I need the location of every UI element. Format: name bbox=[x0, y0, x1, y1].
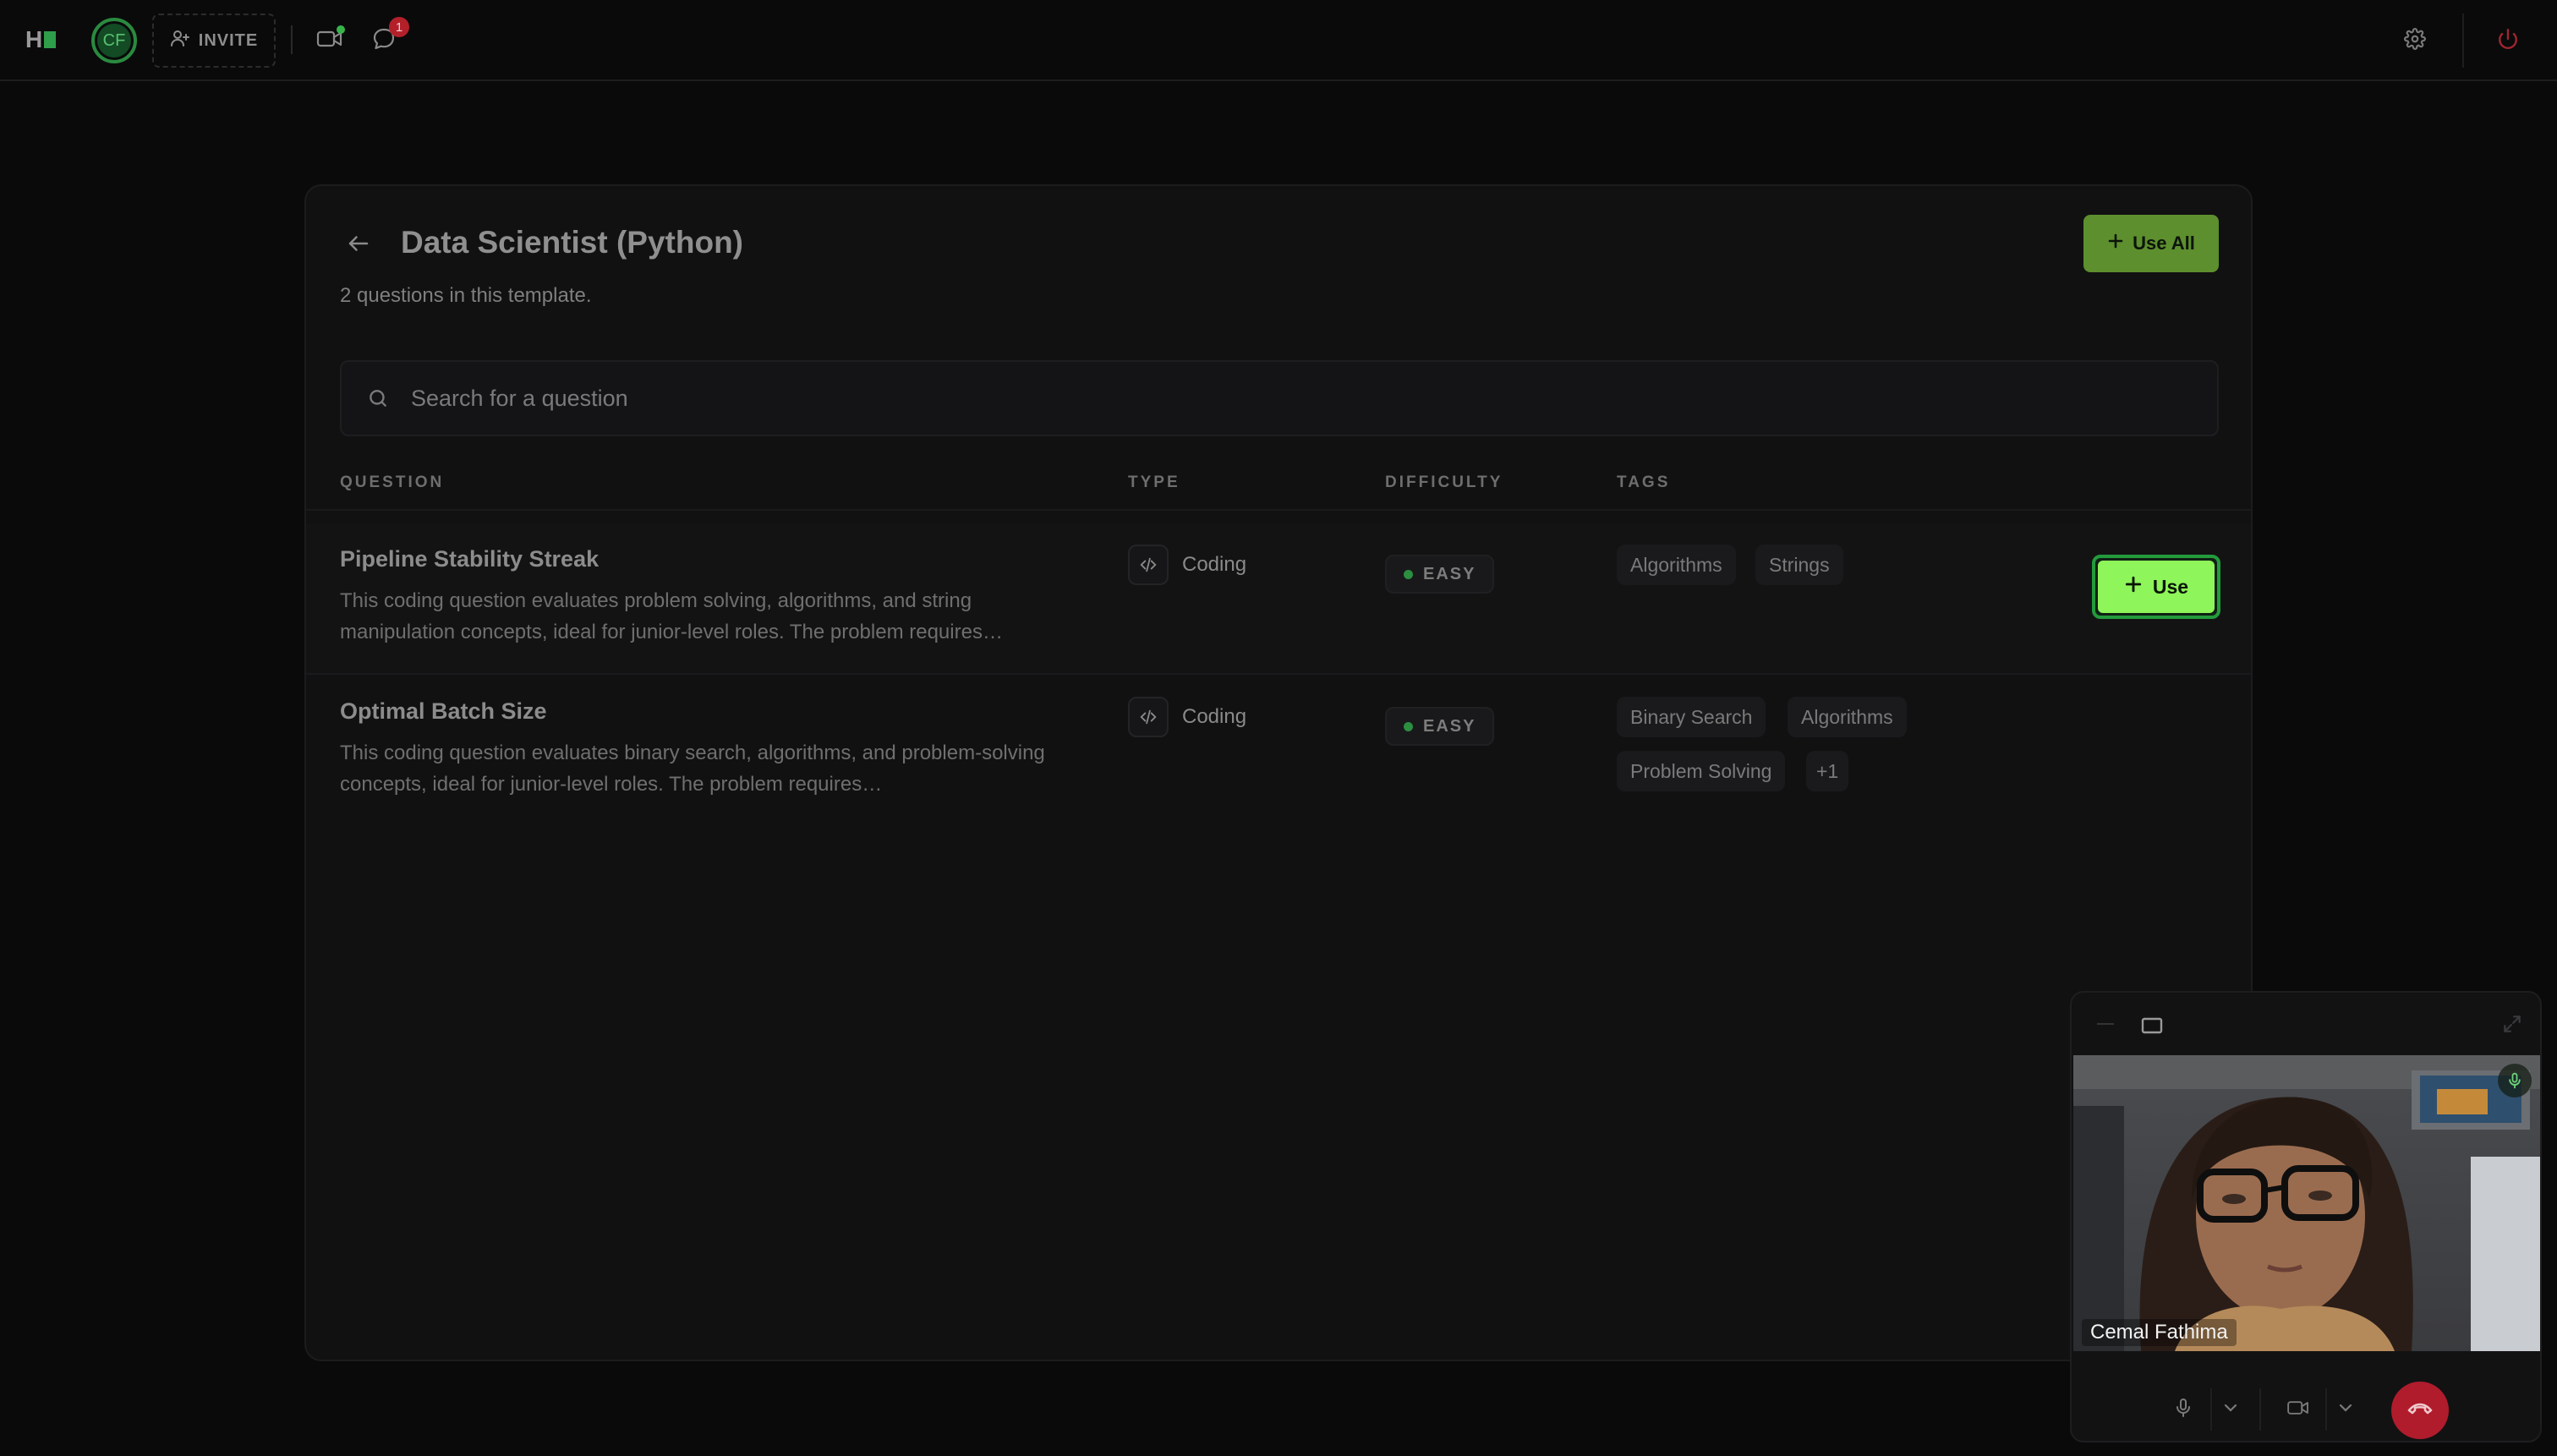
user-avatar[interactable]: CF bbox=[91, 18, 137, 63]
tag-chip: Strings bbox=[1755, 545, 1843, 585]
search-icon bbox=[365, 386, 391, 411]
page-title: Data Scientist (Python) bbox=[401, 225, 743, 260]
tag-chip: Algorithms bbox=[1788, 697, 1907, 737]
use-all-button[interactable]: Use All bbox=[2083, 215, 2219, 272]
use-question-button-face: Use bbox=[2098, 561, 2215, 613]
settings-button[interactable] bbox=[2398, 24, 2432, 57]
tag-chip: Problem Solving bbox=[1617, 751, 1786, 791]
table-row[interactable]: Pipeline Stability Streak This coding qu… bbox=[306, 524, 2251, 675]
top-bar: H CF INVITE 1 bbox=[0, 0, 2557, 81]
use-all-label: Use All bbox=[2133, 233, 2195, 254]
question-title[interactable]: Pipeline Stability Streak bbox=[340, 546, 599, 572]
question-title[interactable]: Optimal Batch Size bbox=[340, 698, 547, 725]
microphone-active-icon bbox=[2498, 1064, 2532, 1097]
microphone-icon bbox=[2173, 1397, 2193, 1423]
video-call-widget: Cemal Fathima bbox=[2070, 991, 2542, 1442]
video-widget-header[interactable] bbox=[2072, 993, 2540, 1055]
code-icon bbox=[1128, 545, 1169, 585]
template-panel: Data Scientist (Python) 2 questions in t… bbox=[304, 184, 2253, 1361]
question-type-label: Coding bbox=[1182, 553, 1247, 576]
video-call-button[interactable] bbox=[313, 24, 347, 57]
expand-icon[interactable] bbox=[2501, 1013, 2523, 1039]
logo-text: H bbox=[25, 26, 43, 52]
mute-button[interactable] bbox=[2160, 1382, 2207, 1437]
table-row[interactable]: Optimal Batch Size This coding question … bbox=[306, 676, 2251, 829]
chat-button[interactable]: 1 bbox=[367, 17, 409, 57]
topbar-divider bbox=[291, 25, 293, 54]
control-divider bbox=[2259, 1388, 2261, 1431]
back-button[interactable] bbox=[342, 228, 375, 262]
call-controls bbox=[2072, 1351, 2540, 1441]
difficulty-badge: EASY bbox=[1385, 707, 1495, 746]
leave-button[interactable] bbox=[2491, 24, 2525, 57]
power-icon bbox=[2497, 28, 2519, 54]
more-tags-chip[interactable]: +1 bbox=[1806, 751, 1849, 791]
chevron-down-icon bbox=[2338, 1402, 2353, 1417]
search-input[interactable] bbox=[411, 385, 2217, 412]
hang-up-button[interactable] bbox=[2391, 1382, 2449, 1439]
minimize-icon[interactable] bbox=[2097, 1023, 2114, 1025]
difficulty-label: EASY bbox=[1423, 564, 1476, 583]
arrow-left-icon bbox=[346, 231, 371, 260]
difficulty-badge: EASY bbox=[1385, 555, 1495, 594]
use-question-button[interactable]: Use bbox=[2092, 555, 2220, 619]
control-divider bbox=[2210, 1388, 2212, 1431]
column-header-type[interactable]: TYPE bbox=[1128, 473, 1180, 492]
tag-chip: Binary Search bbox=[1617, 697, 1766, 737]
difficulty-dot bbox=[1404, 569, 1413, 579]
camera-toggle-button[interactable] bbox=[2275, 1382, 2322, 1437]
topbar-divider-right bbox=[2462, 14, 2464, 68]
notification-badge: 1 bbox=[389, 17, 409, 37]
invite-button[interactable]: INVITE bbox=[152, 14, 276, 68]
add-user-icon bbox=[170, 28, 190, 53]
question-type: Coding bbox=[1128, 545, 1246, 585]
camera-options-button[interactable] bbox=[2329, 1382, 2363, 1437]
question-type: Coding bbox=[1128, 697, 1246, 737]
question-type-label: Coding bbox=[1182, 705, 1247, 728]
template-question-count: 2 questions in this template. bbox=[340, 284, 592, 307]
question-description: This coding question evaluates binary se… bbox=[340, 742, 1045, 796]
participant-name: Cemal Fathima bbox=[2082, 1319, 2237, 1346]
gear-icon bbox=[2404, 27, 2426, 54]
difficulty-dot bbox=[1404, 721, 1413, 731]
plus-icon bbox=[2107, 233, 2124, 255]
column-header-question[interactable]: QUESTION bbox=[340, 473, 444, 492]
logo-mark bbox=[44, 31, 57, 48]
app-logo[interactable]: H bbox=[25, 25, 57, 54]
column-header-difficulty[interactable]: DIFFICULTY bbox=[1385, 473, 1503, 492]
chevron-down-icon bbox=[2223, 1402, 2238, 1417]
control-divider bbox=[2325, 1388, 2327, 1431]
question-search bbox=[340, 360, 2219, 436]
microphone-options-button[interactable] bbox=[2214, 1382, 2248, 1437]
window-icon[interactable] bbox=[2141, 1016, 2163, 1039]
question-description: This coding question evaluates problem s… bbox=[340, 589, 1003, 643]
invite-label: INVITE bbox=[198, 30, 259, 50]
table-header: QUESTION TYPE DIFFICULTY TAGS bbox=[306, 462, 2251, 511]
participant-video-feed bbox=[2073, 1055, 2540, 1351]
tag-chip: Algorithms bbox=[1617, 545, 1736, 585]
column-header-tags[interactable]: TAGS bbox=[1617, 473, 1670, 492]
code-icon bbox=[1128, 697, 1169, 737]
phone-hangup-icon bbox=[2406, 1400, 2434, 1421]
participant-video: Cemal Fathima bbox=[2073, 1055, 2540, 1351]
plus-icon bbox=[2124, 575, 2143, 599]
camera-status-dot bbox=[337, 25, 345, 34]
difficulty-label: EASY bbox=[1423, 716, 1476, 736]
video-camera-icon bbox=[2286, 1399, 2310, 1421]
use-label: Use bbox=[2152, 575, 2189, 598]
